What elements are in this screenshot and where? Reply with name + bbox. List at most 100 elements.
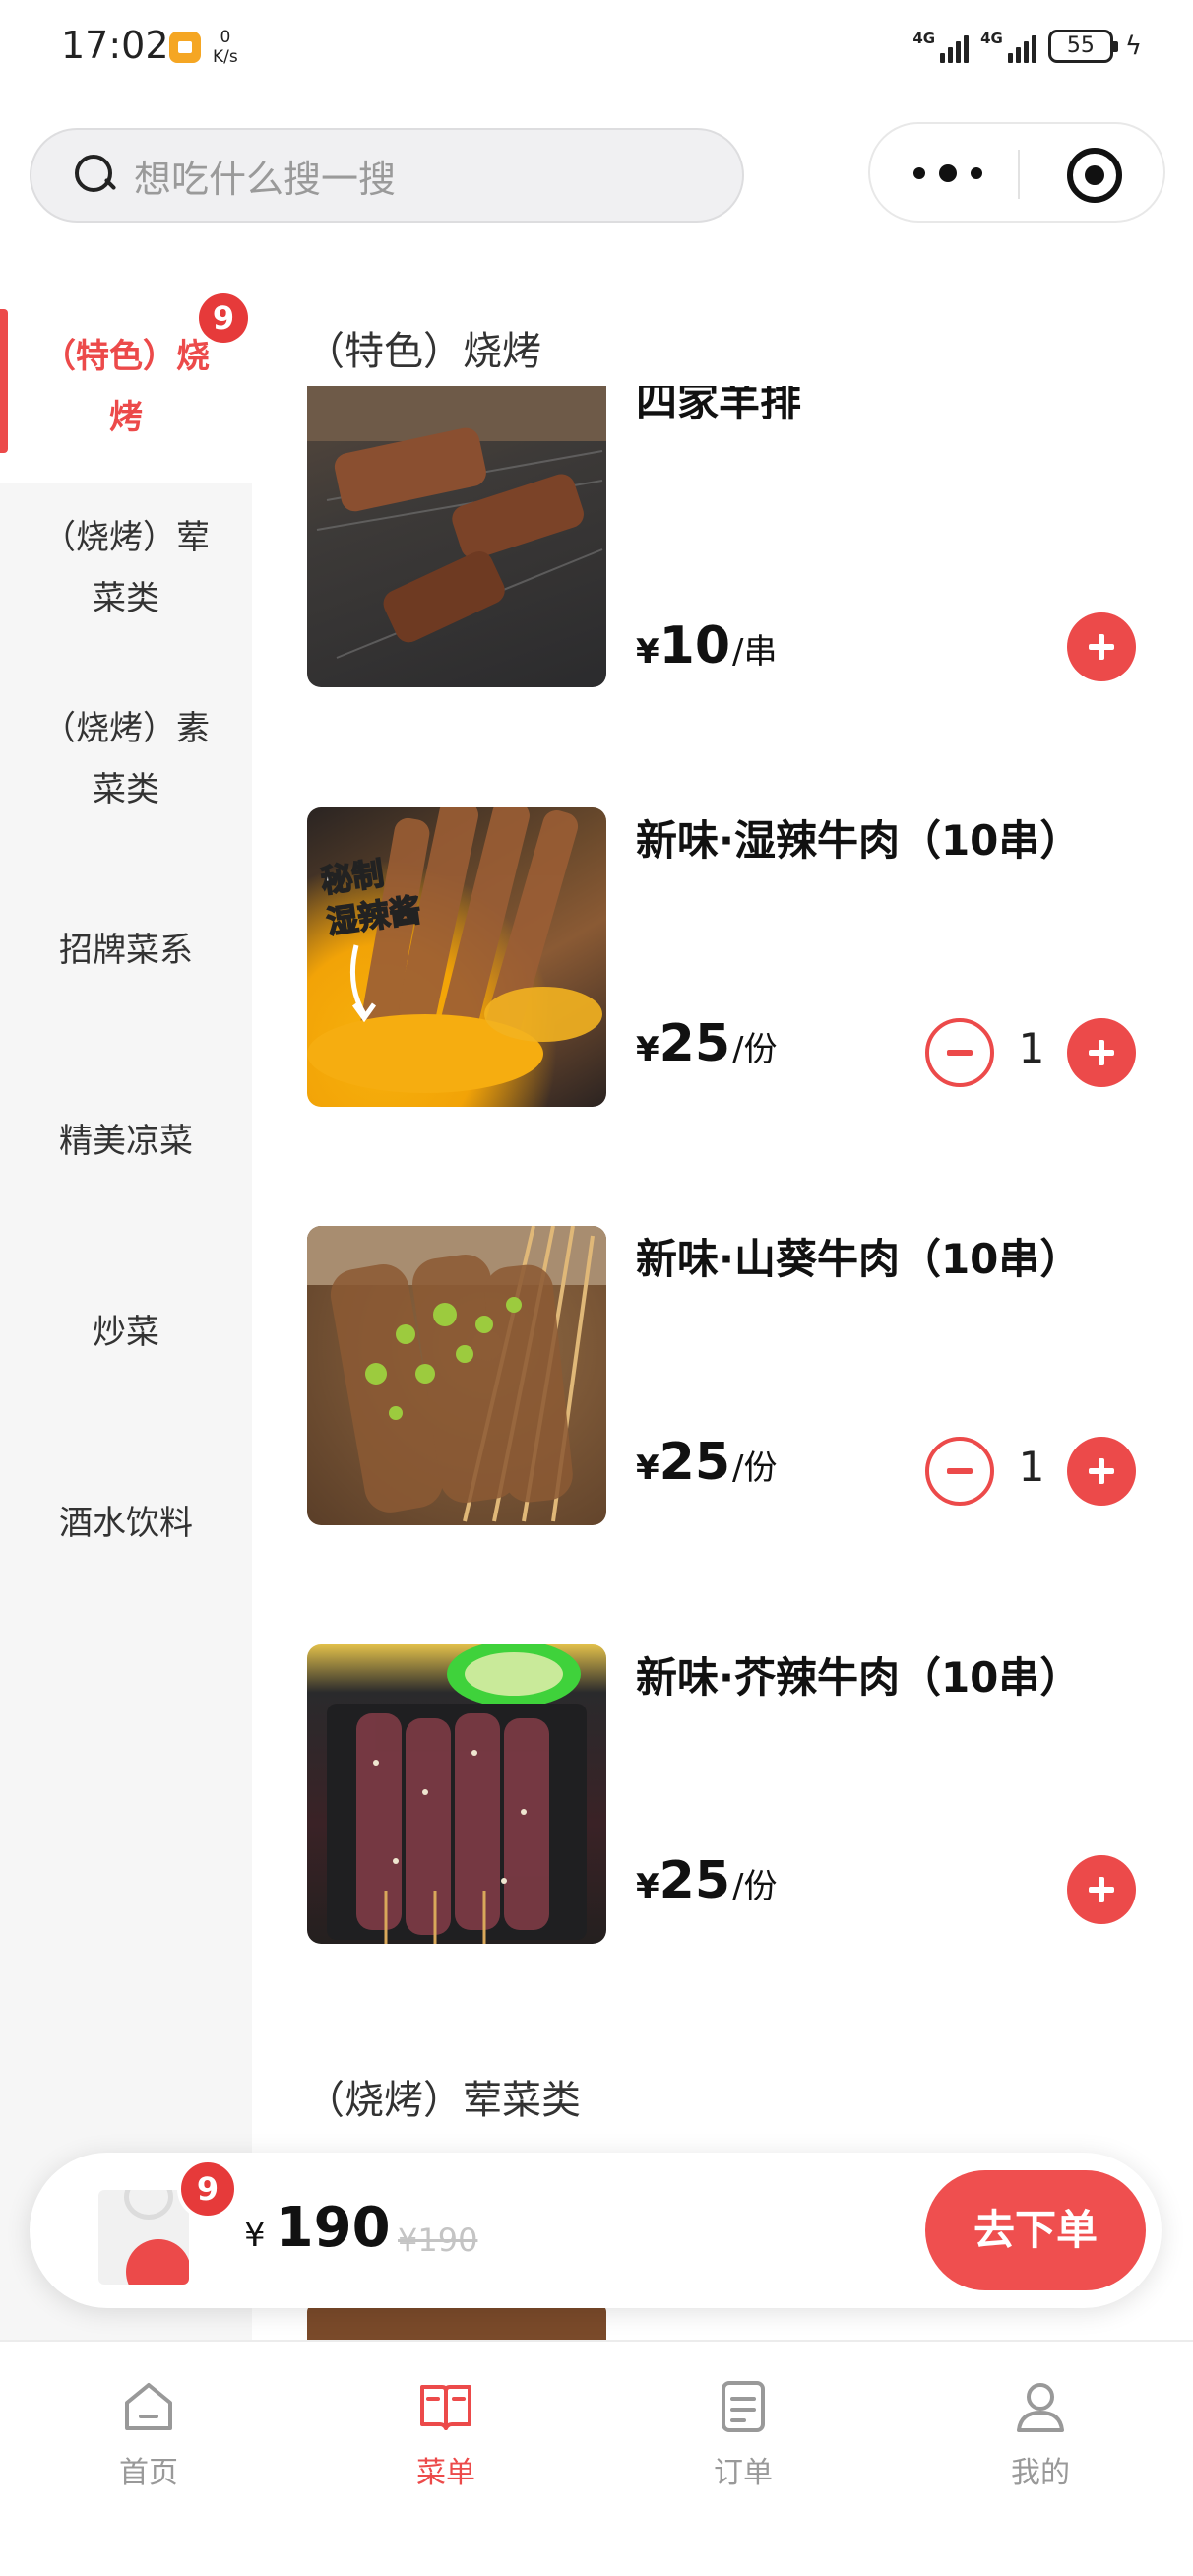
tab-profile[interactable]: 我的: [942, 2377, 1139, 2491]
close-target-icon[interactable]: [1067, 148, 1122, 203]
add-button[interactable]: [1067, 1437, 1136, 1506]
home-icon: [125, 2383, 172, 2430]
price-unit: /串: [732, 632, 778, 672]
cart-bar[interactable]: 9 ¥ 190 ¥190 去下单: [30, 2153, 1162, 2308]
signal-icon: 4G: [912, 30, 970, 63]
network-type-label-2: 4G: [980, 30, 1003, 47]
checkout-button[interactable]: 去下单: [925, 2170, 1146, 2290]
sidebar-item-label: （特色）烧烤: [42, 337, 210, 437]
currency-symbol: ¥: [244, 2216, 266, 2255]
sidebar-item-label: 招牌菜系: [59, 931, 193, 970]
notification-app-icon: [169, 32, 201, 63]
product-name: 新味·山葵牛肉（10串）: [636, 1235, 1082, 1283]
currency-symbol: ¥: [636, 1030, 659, 1069]
capsule-divider: [1018, 150, 1020, 199]
product-image: [307, 1226, 606, 1525]
currency-symbol: ¥: [636, 632, 659, 672]
product-name: 四家羊排: [636, 386, 802, 425]
sidebar-item-featured-bbq[interactable]: （特色）烧烤 9: [0, 291, 252, 483]
quantity-value: 1: [1018, 1443, 1045, 1491]
search-placeholder: 想吃什么搜一搜: [134, 157, 397, 201]
product-image: [307, 1644, 606, 1944]
price-unit: /份: [732, 1030, 778, 1069]
mustard-beef-picture: [327, 1644, 587, 1944]
product-card[interactable]: 新味·芥辣牛肉（10串） ¥ 25 /份: [307, 1644, 1154, 1944]
price-unit: /份: [732, 1449, 778, 1488]
add-button[interactable]: [1067, 612, 1136, 681]
product-image: 秘制 湿辣酱: [307, 807, 606, 1107]
product-image: [307, 386, 606, 687]
spicy-beef-picture: 秘制 湿辣酱: [307, 807, 602, 1093]
sidebar-item-cold-dishes[interactable]: 精美凉菜: [0, 1046, 252, 1237]
add-button[interactable]: [1067, 1018, 1136, 1087]
decrease-button[interactable]: [925, 1437, 994, 1506]
menu-book-icon: [420, 2385, 471, 2430]
cart-total: ¥ 190: [244, 2196, 391, 2260]
mini-program-capsule: [868, 122, 1165, 223]
price-amount: 25: [659, 1014, 731, 1073]
bottom-tab-bar: 首页 菜单 订单 我的: [0, 2340, 1193, 2576]
status-bar: 17:02 0 K/s 4G 4G 55 ϟ: [0, 0, 1193, 98]
product-price: ¥ 25 /份: [636, 1851, 778, 1910]
sidebar-item-label: （烧烤）荤菜类: [42, 518, 210, 618]
tab-label: 首页: [119, 2456, 178, 2490]
lamb-ribs-picture: [307, 386, 606, 659]
tab-label: 菜单: [416, 2456, 475, 2490]
sidebar-item-meat-bbq[interactable]: （烧烤）荤菜类: [0, 473, 252, 664]
charging-icon: ϟ: [1124, 32, 1142, 61]
add-button[interactable]: [1067, 1855, 1136, 1924]
product-name: 新味·芥辣牛肉（10串）: [636, 1653, 1082, 1702]
currency-symbol: ¥: [636, 1867, 659, 1906]
tab-orders[interactable]: 订单: [645, 2377, 842, 2491]
sidebar-item-label: 炒菜: [93, 1313, 159, 1352]
search-icon: [75, 155, 116, 196]
status-time: 17:02: [61, 24, 169, 67]
battery-icon: 55: [1047, 30, 1118, 63]
sidebar-item-label: 精美凉菜: [59, 1122, 193, 1161]
cart-count-badge: 9: [177, 2158, 238, 2220]
product-price: ¥ 10 /串: [636, 616, 778, 676]
product-price: ¥ 25 /份: [636, 1014, 778, 1073]
wasabi-beef-picture: [307, 1226, 606, 1522]
category-sidebar: （特色）烧烤 9 （烧烤）荤菜类 （烧烤）素菜类 招牌菜系 精美凉菜 炒菜 酒水…: [0, 291, 252, 2340]
network-speed: 0 K/s: [213, 28, 238, 67]
sticker-line-1: 秘制: [319, 855, 387, 901]
count-badge: 9: [199, 293, 248, 343]
product-card[interactable]: 四家羊排 ¥ 10 /串: [307, 386, 1154, 687]
shopping-bag-icon[interactable]: [98, 2190, 189, 2285]
price-amount: 10: [659, 616, 731, 676]
product-price: ¥ 25 /份: [636, 1433, 778, 1492]
product-card[interactable]: 新味·山葵牛肉（10串） ¥ 25 /份 1: [307, 1226, 1154, 1525]
section-title: （烧烤）荤菜类: [305, 2078, 581, 2123]
product-card[interactable]: 秘制 湿辣酱 新味·湿辣牛肉（10串） ¥ 25 /份 1: [307, 807, 1154, 1107]
currency-symbol: ¥: [636, 1449, 659, 1488]
active-indicator: [0, 309, 8, 453]
cart-total-amount: 190: [275, 2196, 391, 2260]
section-title: （特色）烧烤: [305, 329, 541, 374]
sidebar-item-drinks[interactable]: 酒水饮料: [0, 1428, 252, 1619]
sidebar-item-label: 酒水饮料: [59, 1504, 193, 1543]
more-icon[interactable]: [913, 161, 982, 185]
sidebar-item-stir-fry[interactable]: 炒菜: [0, 1237, 252, 1428]
cart-original-price: ¥190: [398, 2222, 478, 2259]
decrease-button[interactable]: [925, 1018, 994, 1087]
signal-icon-2: 4G: [980, 30, 1036, 63]
price-amount: 25: [659, 1433, 731, 1492]
price-unit: /份: [732, 1867, 778, 1906]
order-list-icon: [722, 2381, 765, 2432]
product-name: 新味·湿辣牛肉（10串）: [636, 816, 1082, 865]
network-speed-value: 0: [220, 28, 231, 47]
search-input[interactable]: 想吃什么搜一搜: [30, 128, 744, 223]
price-amount: 25: [659, 1851, 731, 1910]
sidebar-item-veg-bbq[interactable]: （烧烤）素菜类: [0, 664, 252, 855]
quantity-value: 1: [1018, 1024, 1045, 1072]
network-speed-unit: K/s: [213, 47, 238, 67]
tab-menu[interactable]: 菜单: [347, 2377, 544, 2491]
sidebar-item-label: （烧烤）素菜类: [42, 709, 210, 809]
sidebar-item-signature[interactable]: 招牌菜系: [0, 855, 252, 1046]
network-type-label: 4G: [912, 30, 936, 47]
status-indicators: 4G 4G 55 ϟ: [912, 30, 1142, 63]
tab-label: 我的: [1011, 2456, 1070, 2490]
tab-home[interactable]: 首页: [50, 2377, 247, 2491]
tab-label: 订单: [714, 2456, 773, 2490]
